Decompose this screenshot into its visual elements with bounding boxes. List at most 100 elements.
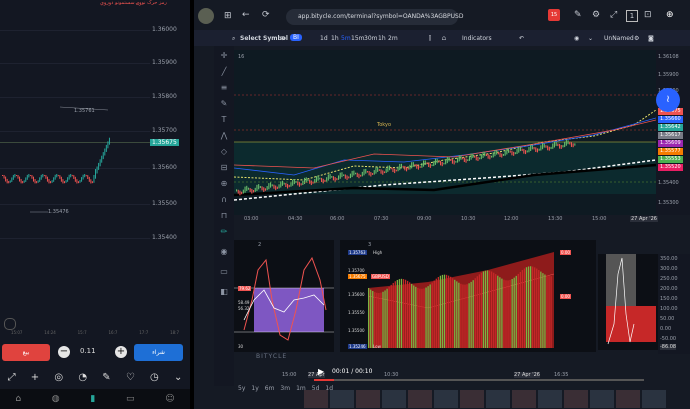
measure-icon[interactable]: ⊟ xyxy=(218,162,230,174)
share-icon[interactable]: ⤢ xyxy=(610,10,617,20)
indicators-icon[interactable]: ⩍ xyxy=(442,35,446,43)
expand-icon[interactable]: ⤢ xyxy=(8,372,16,383)
candle xyxy=(321,177,323,183)
pen-icon[interactable]: ✎ xyxy=(102,372,110,383)
trash-icon[interactable]: ▭ xyxy=(218,266,230,278)
voice-icon[interactable]: ≀ xyxy=(656,88,680,112)
brush-icon[interactable]: ✎ xyxy=(218,98,230,110)
tab-count[interactable]: 1 xyxy=(626,10,638,22)
candle xyxy=(101,155,103,163)
chart-icon[interactable]: ▮ xyxy=(90,394,95,404)
interval-2m[interactable]: 2m xyxy=(388,35,398,42)
main-chart[interactable]: 16 Tokyo — — — xyxy=(234,50,656,215)
candle xyxy=(290,182,292,187)
video-time: 00:01 / 00:10 xyxy=(332,368,373,375)
minus-icon[interactable]: − xyxy=(58,346,70,358)
chat-icon[interactable]: ▭ xyxy=(126,394,135,404)
interval-5m[interactable]: 5m xyxy=(341,35,351,42)
interval-1h[interactable]: 1h xyxy=(331,35,339,42)
add-symbol-icon[interactable]: ⊕ xyxy=(280,35,285,42)
clock-icon[interactable]: ◷ xyxy=(150,372,159,383)
pie-icon[interactable]: ◔ xyxy=(78,372,87,383)
price-scale[interactable]: 1.36108 1.35900 1.35800 1.35400 1.35300 … xyxy=(656,50,690,215)
trendline-icon[interactable]: ╱ xyxy=(218,66,230,78)
histogram-bar xyxy=(409,282,411,348)
candle xyxy=(57,174,59,177)
histogram-bar xyxy=(433,280,435,348)
fib-icon[interactable]: ≡ xyxy=(218,82,230,94)
search-icon[interactable]: ⌕ xyxy=(232,35,235,43)
settings-icon[interactable]: ⚙ xyxy=(634,35,639,42)
candle xyxy=(375,167,377,174)
plus-icon[interactable]: + xyxy=(31,372,39,383)
apps-icon[interactable]: ⊡ xyxy=(644,10,652,20)
globe-icon[interactable]: ◍ xyxy=(52,394,60,404)
candles-icon[interactable]: ⫿ xyxy=(429,35,431,43)
url-text[interactable]: app.bitycle.com/terminal?symbol=OANDA%3A… xyxy=(298,13,463,20)
momentum-pane[interactable] xyxy=(598,254,658,350)
undo-icon[interactable]: ↶ xyxy=(519,35,524,42)
layers-icon[interactable]: ◧ xyxy=(218,286,230,298)
plus-icon[interactable]: + xyxy=(115,346,127,358)
play-icon[interactable]: ▶ xyxy=(318,367,324,376)
bi-badge[interactable]: BI xyxy=(290,34,302,41)
settings-icon[interactable] xyxy=(4,318,16,330)
video-thumbnail xyxy=(304,390,328,408)
histogram-bar xyxy=(466,284,468,348)
candle xyxy=(43,174,45,177)
candle xyxy=(77,181,79,184)
zero-scale: 0.00 0.00 xyxy=(556,240,596,352)
zoom-icon[interactable]: ⊕ xyxy=(218,178,230,190)
add-icon[interactable]: ⊕ xyxy=(666,10,674,20)
magnet-icon[interactable]: ∩ xyxy=(218,194,230,206)
candle xyxy=(548,146,550,151)
histogram-bar xyxy=(372,290,374,348)
avatar[interactable] xyxy=(198,8,214,24)
sell-button[interactable]: بيع xyxy=(2,344,50,361)
video-progress[interactable] xyxy=(314,379,644,381)
candle xyxy=(239,190,241,196)
chevron-down-icon[interactable]: ⌄ xyxy=(174,372,182,383)
candle xyxy=(84,173,86,178)
text-icon[interactable]: T xyxy=(218,114,230,126)
eye-icon[interactable]: ◉ xyxy=(574,35,579,42)
candle xyxy=(562,145,564,148)
pencil-icon[interactable]: ✏ xyxy=(218,226,230,238)
candle xyxy=(22,181,24,184)
buy-button[interactable]: شراء xyxy=(134,344,183,361)
interval-30m[interactable]: 30m xyxy=(364,35,377,42)
grid-icon[interactable]: ⊞ xyxy=(224,11,232,21)
notification-badge[interactable]: 15 xyxy=(548,9,560,21)
reload-icon[interactable]: ⟳ xyxy=(262,10,270,20)
heart-icon[interactable]: ♡ xyxy=(126,372,135,383)
target-icon[interactable]: ◎ xyxy=(54,372,63,383)
home-icon[interactable]: ⌂ xyxy=(15,394,21,404)
crosshair-icon[interactable]: ✛ xyxy=(218,50,230,62)
indicators-button[interactable]: Indicators xyxy=(462,35,492,42)
oscillator-pane[interactable]: 2 79.62 58.49 56.32 30 xyxy=(234,240,334,352)
shapes-icon[interactable]: ◇ xyxy=(218,146,230,158)
interval-1h-alt[interactable]: 1h xyxy=(378,35,386,42)
chevron-icon[interactable]: ⌄ xyxy=(588,35,593,42)
lock-icon[interactable]: ⊓ xyxy=(218,210,230,222)
candle xyxy=(324,179,326,182)
eye-icon[interactable]: ◉ xyxy=(218,246,230,258)
back-icon[interactable]: ← xyxy=(242,10,250,20)
candle xyxy=(353,170,355,176)
settings-icon[interactable]: ⚙ xyxy=(592,10,600,20)
interval-15m[interactable]: 15m xyxy=(351,35,364,42)
layout-name[interactable]: UnNamed xyxy=(604,35,634,42)
pen-icon[interactable]: ✎ xyxy=(574,10,582,20)
histogram-bar xyxy=(525,267,528,348)
interval-1d[interactable]: 1d xyxy=(320,35,328,42)
histogram-pane[interactable]: 3 1.35763 High 1.35700 1.35675 GBPUSD 1.… xyxy=(340,240,556,352)
candle xyxy=(253,190,255,193)
candle xyxy=(23,180,25,183)
pattern-icon[interactable]: ⋀ xyxy=(218,130,230,142)
profile-icon[interactable]: ☺ xyxy=(165,394,174,404)
camera-icon[interactable]: ◙ xyxy=(648,35,654,42)
candle xyxy=(332,176,334,181)
lot-input[interactable]: 0.11 xyxy=(80,347,96,355)
candle xyxy=(356,172,358,178)
candle xyxy=(37,180,39,183)
